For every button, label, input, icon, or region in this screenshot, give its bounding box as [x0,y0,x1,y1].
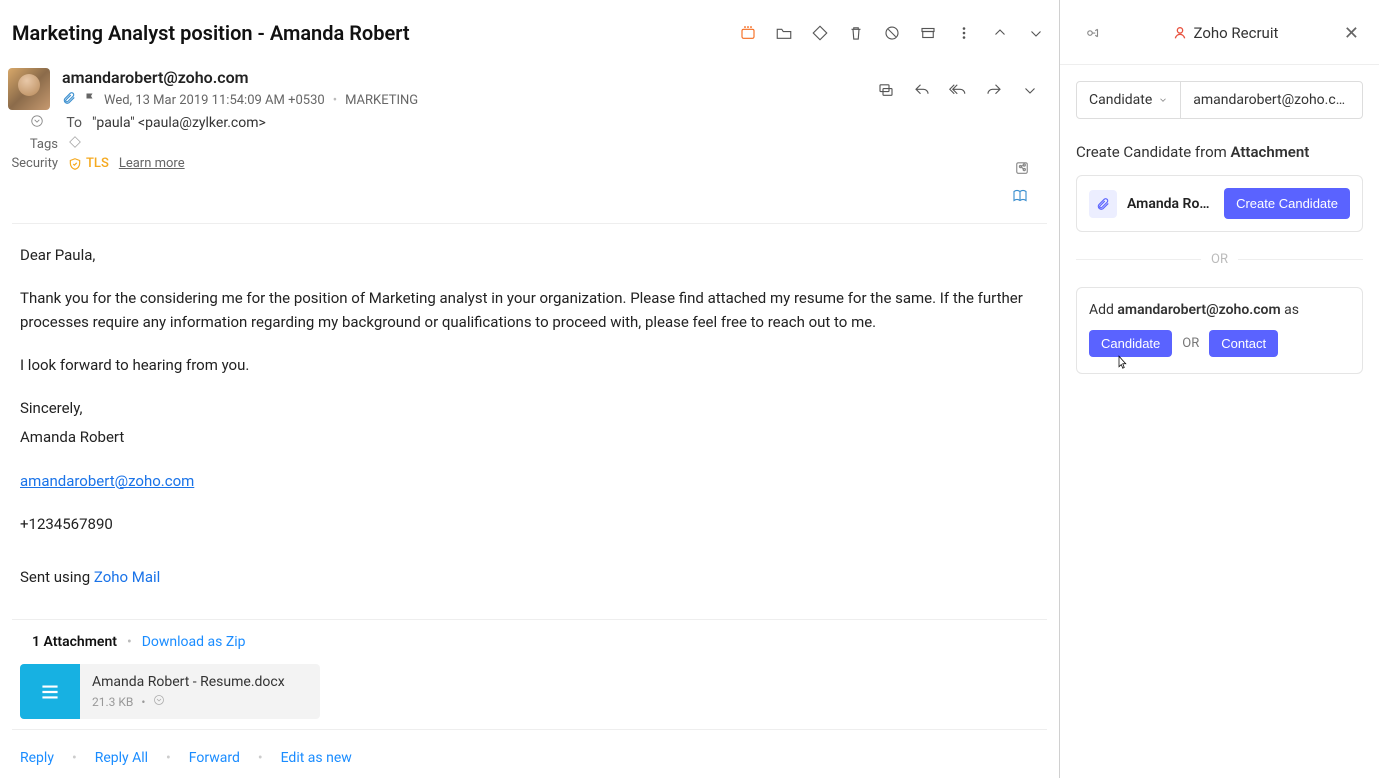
attachment-count: 1 Attachment [32,634,117,650]
next-email-icon[interactable] [1019,16,1053,50]
attachment-candidate-card: Amanda Robert - ... Create Candidate [1076,175,1363,232]
email-category: MARKETING [345,93,418,108]
to-label: To [54,115,82,131]
add-as-text: Add amandarobert@zoho.com as [1089,302,1350,318]
tls-badge: TLS [68,156,109,171]
learn-more-link[interactable]: Learn more [119,156,185,171]
attachment-card[interactable]: Amanda Robert - Resume.docx 21.3 KB • [20,664,320,719]
reply-link[interactable]: Reply [20,750,54,766]
body-greeting: Dear Paula, [20,244,1047,267]
signature-name: Amanda Robert [20,426,1047,449]
edit-as-new-link[interactable]: Edit as new [281,750,352,766]
attachment-chip-icon [1089,190,1117,218]
view-thread-icon[interactable] [869,73,903,107]
email-meta: Wed, 13 Mar 2019 11:54:09 AM +0530 • MAR… [62,91,857,109]
or-inline-label: OR [1182,336,1199,351]
email-body: Dear Paula, Thank you for the considerin… [0,224,1059,619]
reply-icon[interactable] [905,73,939,107]
add-as-card: Add amandarobert@zoho.com as Candidate O… [1076,287,1363,374]
body-p1: Thank you for the considering me for the… [20,287,1047,334]
add-candidate-button[interactable]: Candidate [1089,330,1172,357]
forward-icon[interactable] [977,73,1011,107]
entity-value: amandarobert@zoho.com [1181,82,1362,118]
attachment-icon [62,91,76,109]
avatar [8,68,50,110]
prev-email-icon[interactable] [983,16,1017,50]
doc-icon [20,664,80,719]
create-candidate-title: Create Candidate from Attachment [1076,143,1363,161]
to-value: "paula" <paula@zylker.com> [92,115,266,131]
spam-icon[interactable] [875,16,909,50]
close-panel-icon[interactable]: ✕ [1340,19,1363,48]
email-subject: Marketing Analyst position - Amanda Robe… [12,21,731,45]
more-icon[interactable] [947,16,981,50]
email-date: Wed, 13 Mar 2019 11:54:09 AM +0530 [104,93,325,108]
reply-all-link[interactable]: Reply All [95,750,148,766]
security-label: Security [8,156,58,171]
folder-icon[interactable] [767,16,801,50]
body-p2: I look forward to hearing from you. [20,354,1047,377]
share-icon[interactable] [1005,151,1039,185]
forward-link[interactable]: Forward [189,750,240,766]
smart-actions-icon[interactable] [731,16,765,50]
panel-brand: Zoho Recruit [1110,24,1340,42]
archive-icon[interactable] [911,16,945,50]
sender-email: amandarobert@zoho.com [62,68,857,87]
attachment-short-name: Amanda Robert - ... [1127,196,1214,212]
entity-type-dropdown[interactable]: Candidate [1077,82,1181,118]
attachment-menu-icon[interactable] [153,694,165,709]
unpin-icon[interactable] [1076,16,1110,50]
tags-label: Tags [8,137,58,152]
attachment-name: Amanda Robert - Resume.docx [92,674,308,690]
download-zip-link[interactable]: Download as Zip [142,634,246,650]
flag-icon[interactable] [84,92,96,108]
signature-phone: +1234567890 [20,513,1047,536]
body-closing: Sincerely, [20,397,1047,420]
or-separator: OR [1076,252,1363,267]
sent-using-label: Sent using [20,568,94,586]
reply-actions: Reply• Reply All• Forward• Edit as new [0,730,1059,778]
delete-icon[interactable] [839,16,873,50]
add-contact-button[interactable]: Contact [1209,330,1278,357]
email-toolbar [731,16,1053,50]
entity-selector: Candidate amandarobert@zoho.com [1076,81,1363,119]
tag-icon[interactable] [803,16,837,50]
add-tag-icon[interactable] [68,135,82,153]
expand-recipients-icon[interactable] [30,114,44,132]
msg-more-icon[interactable] [1013,73,1047,107]
create-candidate-button[interactable]: Create Candidate [1224,188,1350,219]
signature-email-link[interactable]: amandarobert@zoho.com [20,472,194,490]
zoho-recruit-panel: Zoho Recruit ✕ Candidate amandarobert@zo… [1060,0,1379,778]
attachment-size: 21.3 KB [92,695,133,709]
reply-all-icon[interactable] [941,73,975,107]
zoho-mail-link[interactable]: Zoho Mail [94,568,160,586]
